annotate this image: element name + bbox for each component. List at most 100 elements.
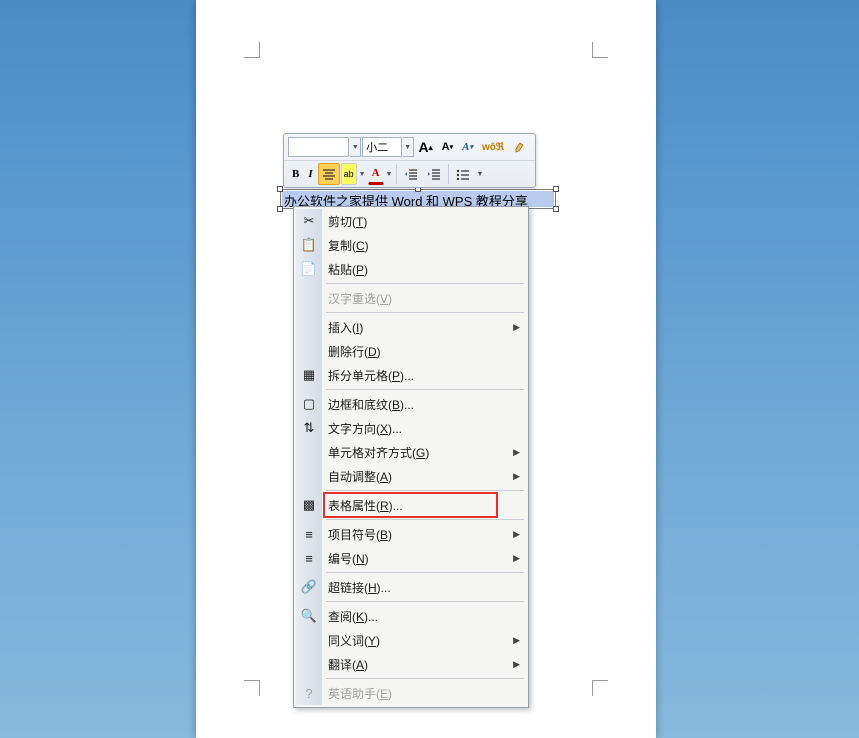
- bold-button[interactable]: B: [288, 163, 303, 185]
- grow-font-button[interactable]: A▴: [415, 136, 437, 158]
- change-style-button[interactable]: A▾: [458, 136, 477, 158]
- menu-separator: [326, 519, 524, 520]
- menu-item-delete-row[interactable]: 删除行(D): [296, 339, 526, 363]
- menu-item-label: 复制(C): [328, 237, 369, 254]
- menu-item-cell-align[interactable]: 单元格对齐方式(G) ▶: [296, 440, 526, 464]
- crop-mark-tl: [244, 42, 260, 58]
- menu-separator: [326, 389, 524, 390]
- submenu-arrow-icon: ▶: [513, 322, 520, 333]
- menu-item-label: 表格属性(R)...: [328, 497, 403, 514]
- brush-icon: [513, 140, 527, 154]
- menu-separator: [326, 572, 524, 573]
- menu-item-label: 删除行(D): [328, 343, 381, 360]
- menu-item-label: 编号(N): [328, 550, 369, 567]
- numbering-icon: ≡: [301, 550, 317, 566]
- resize-handle[interactable]: [277, 206, 283, 212]
- menu-item-translate[interactable]: 翻译(A) ▶: [296, 652, 526, 676]
- shrink-font-button[interactable]: A▾: [438, 136, 457, 158]
- menu-item-label: 自动调整(A): [328, 468, 392, 485]
- menu-item-synonyms[interactable]: 同义词(Y) ▶: [296, 628, 526, 652]
- menu-item-label: 剪切(T): [328, 213, 367, 230]
- menu-item-label: 汉字重选(V): [328, 290, 392, 307]
- resize-handle[interactable]: [553, 186, 559, 192]
- menu-item-copy[interactable]: 📋 复制(C): [296, 233, 526, 257]
- menu-item-label: 查阅(K)...: [328, 608, 378, 625]
- font-name-input[interactable]: [288, 137, 349, 157]
- bullets-dropdown[interactable]: ▼: [475, 171, 484, 178]
- menu-item-label: 同义词(Y): [328, 632, 380, 649]
- menu-item-bullets[interactable]: ≡ 项目符号(B) ▶: [296, 522, 526, 546]
- align-center-icon: [322, 168, 336, 180]
- separator: [448, 164, 449, 184]
- format-painter-button[interactable]: [509, 136, 531, 158]
- menu-item-label: 超链接(H)...: [328, 579, 391, 596]
- menu-item-label: 英语助手(E): [328, 685, 392, 702]
- copy-icon: 📋: [301, 237, 317, 253]
- menu-item-table-properties[interactable]: ▩ 表格属性(R)...: [296, 493, 526, 517]
- separator: [396, 164, 397, 184]
- mini-toolbar: ▼ 小二 ▼ A▴ A▾ A▾ wôℜ B I ab ▼ A ▼ ▼: [283, 133, 536, 188]
- menu-item-borders-shading[interactable]: ▢ 边框和底纹(B)...: [296, 392, 526, 416]
- submenu-arrow-icon: ▶: [513, 529, 520, 540]
- menu-item-label: 粘贴(P): [328, 261, 368, 278]
- bullets-icon: ≡: [301, 526, 317, 542]
- bullets-button[interactable]: [452, 163, 474, 185]
- toolbar-row-2: B I ab ▼ A ▼ ▼: [284, 160, 535, 187]
- menu-item-split-cells[interactable]: ▦ 拆分单元格(P)...: [296, 363, 526, 387]
- menu-item-label: 单元格对齐方式(G): [328, 444, 429, 461]
- split-cells-icon: ▦: [301, 367, 317, 383]
- menu-item-insert[interactable]: 插入(I)▶: [296, 315, 526, 339]
- english-assistant-icon: ?: [301, 685, 317, 701]
- align-center-button[interactable]: [318, 163, 340, 185]
- highlight-button[interactable]: ab: [341, 163, 357, 185]
- crop-mark-bl: [244, 680, 260, 696]
- paste-icon: 📄: [301, 261, 317, 277]
- font-size-dropdown[interactable]: ▼: [403, 137, 414, 157]
- menu-item-label: 文字方向(X)...: [328, 420, 402, 437]
- menu-separator: [326, 601, 524, 602]
- highlight-dropdown[interactable]: ▼: [358, 171, 367, 178]
- resize-handle[interactable]: [277, 186, 283, 192]
- toolbar-row-1: ▼ 小二 ▼ A▴ A▾ A▾ wôℜ: [284, 134, 535, 160]
- menu-item-label: 拆分单元格(P)...: [328, 367, 414, 384]
- table-properties-icon: ▩: [301, 497, 317, 513]
- hyperlink-icon: 🔗: [301, 579, 317, 595]
- submenu-arrow-icon: ▶: [513, 659, 520, 670]
- outdent-icon: [404, 168, 418, 180]
- indent-icon: [427, 168, 441, 180]
- menu-item-label: 边框和底纹(B)...: [328, 396, 414, 413]
- italic-button[interactable]: I: [304, 163, 316, 185]
- context-menu: ✂剪切(T) 📋 复制(C) 📄 粘贴(P) 汉字重选(V) 插入(I)▶ 删除行(D) ▦ 拆分…: [293, 206, 529, 708]
- font-size-input[interactable]: 小二: [362, 137, 402, 157]
- menu-separator: [326, 678, 524, 679]
- lookup-icon: 🔍: [301, 608, 317, 624]
- text-direction-icon: ⇅: [301, 420, 317, 436]
- menu-item-hyperlink[interactable]: 🔗 超链接(H)...: [296, 575, 526, 599]
- menu-item-autofit[interactable]: 自动调整(A) ▶: [296, 464, 526, 488]
- increase-indent-button[interactable]: [423, 163, 445, 185]
- menu-item-label: 项目符号(B): [328, 526, 392, 543]
- menu-item-cut[interactable]: ✂剪切(T): [296, 209, 526, 233]
- font-color-button[interactable]: A: [368, 163, 384, 185]
- bullets-icon: [456, 168, 470, 180]
- menu-item-reconvert: 汉字重选(V): [296, 286, 526, 310]
- submenu-arrow-icon: ▶: [513, 447, 520, 458]
- menu-separator: [326, 312, 524, 313]
- submenu-arrow-icon: ▶: [513, 471, 520, 482]
- submenu-arrow-icon: ▶: [513, 553, 520, 564]
- font-name-dropdown[interactable]: ▼: [350, 137, 361, 157]
- resize-handle[interactable]: [553, 206, 559, 212]
- submenu-arrow-icon: ▶: [513, 635, 520, 646]
- menu-separator: [326, 490, 524, 491]
- crop-mark-br: [592, 680, 608, 696]
- menu-separator: [326, 283, 524, 284]
- decrease-indent-button[interactable]: [400, 163, 422, 185]
- menu-item-lookup[interactable]: 🔍 查阅(K)...: [296, 604, 526, 628]
- menu-item-text-direction[interactable]: ⇅ 文字方向(X)...: [296, 416, 526, 440]
- borders-shading-icon: ▢: [301, 396, 317, 412]
- wordart-button[interactable]: wôℜ: [478, 136, 508, 158]
- menu-item-numbering[interactable]: ≡ 编号(N) ▶: [296, 546, 526, 570]
- font-color-dropdown[interactable]: ▼: [385, 171, 394, 178]
- menu-item-paste[interactable]: 📄 粘贴(P): [296, 257, 526, 281]
- menu-item-label: 翻译(A): [328, 656, 368, 673]
